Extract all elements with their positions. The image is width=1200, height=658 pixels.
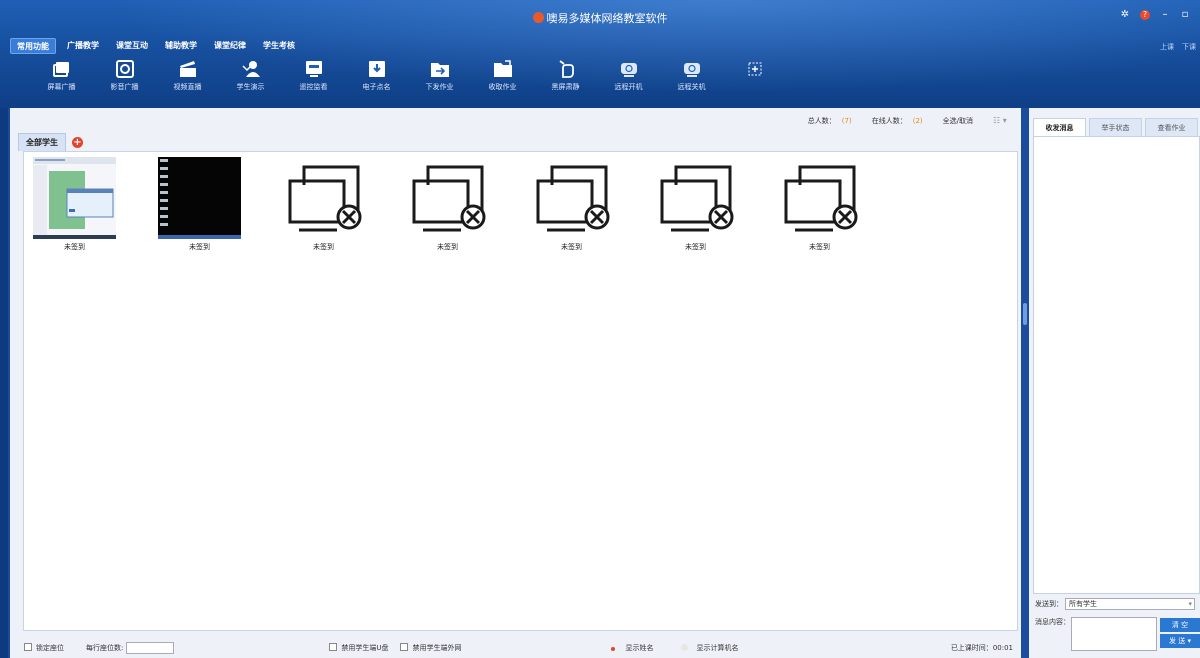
select-all-link[interactable]: 全选/取消 <box>943 116 973 126</box>
message-input[interactable] <box>1071 617 1157 651</box>
student-demo-icon <box>241 61 260 77</box>
student-tile[interactable]: 未签到 <box>158 157 241 252</box>
add-tool-button[interactable] <box>723 60 786 102</box>
media-broadcast-icon <box>115 60 134 78</box>
main-menu: 常用功能 广播教学 课堂互动 辅助教学 课堂纪律 学生考核 <box>10 38 301 54</box>
end-class-link[interactable]: 下课 <box>1182 42 1196 52</box>
student-screen-thumbnail <box>33 157 116 239</box>
stats-bar: 总人数： (7) 在线人数： (2) 全选/取消 ☷ ▾ <box>808 116 1015 126</box>
view-layout-icon[interactable]: ☷ ▾ <box>993 116 1015 126</box>
restore-icon[interactable]: ▫ <box>1180 10 1190 20</box>
student-tile[interactable]: 未签到 <box>530 157 613 252</box>
side-tabs: 收发消息 举手状态 查看作业 <box>1033 118 1198 136</box>
remote-monitor-button[interactable]: 遥控监看 <box>282 60 345 102</box>
tab-broadcast-teaching[interactable]: 广播教学 <box>61 38 105 54</box>
tab-common-functions[interactable]: 常用功能 <box>10 38 56 54</box>
settings-gear-icon[interactable]: ✲ <box>1120 10 1130 20</box>
tab-class-interaction[interactable]: 课堂互动 <box>110 38 154 54</box>
disable-internet-checkbox[interactable]: 禁用学生端外网 <box>400 642 461 653</box>
offline-computer-icon <box>654 157 737 239</box>
student-tile[interactable]: 未签到 <box>654 157 737 252</box>
show-name-radio[interactable]: 显示姓名 <box>611 643 653 653</box>
panel-splitter[interactable] <box>1021 108 1029 658</box>
collect-homework-icon <box>493 60 512 77</box>
send-button[interactable]: 发 送 ▾ <box>1160 634 1200 648</box>
group-tabs: 全部学生 + <box>18 133 83 151</box>
app-logo-icon <box>532 12 544 23</box>
seats-per-row-input[interactable] <box>126 641 175 654</box>
offline-computer-icon <box>282 157 365 239</box>
roll-call-button[interactable]: 电子点名 <box>345 60 408 102</box>
media-broadcast-button[interactable]: 影音广播 <box>93 60 156 102</box>
lock-seat-checkbox[interactable]: 锁定座位 <box>24 642 64 653</box>
tab-student-assessment[interactable]: 学生考核 <box>257 38 301 54</box>
remote-power-on-button[interactable]: 远程开机 <box>597 60 660 102</box>
class-time: 已上课时间：00:01 <box>950 643 1013 652</box>
remote-shutdown-button[interactable]: 远程关机 <box>660 60 723 102</box>
window-title: 噢易多媒体网络教室软件 <box>0 10 1200 26</box>
send-homework-icon <box>430 63 449 77</box>
window-controls: ✲ ? – ▫ <box>1120 10 1190 20</box>
send-to-select[interactable]: 所有学生 ▾ <box>1065 598 1195 610</box>
remote-shutdown-icon <box>683 63 700 77</box>
total-count: 总人数： (7) <box>807 117 852 125</box>
tab-assist-teaching[interactable]: 辅助教学 <box>159 38 203 54</box>
disable-usb-checkbox[interactable]: 禁用学生端U盘 <box>329 642 388 653</box>
remote-power-on-icon <box>620 63 637 77</box>
screen-broadcast-button[interactable]: 屏幕广播 <box>30 60 93 102</box>
class-links: 上课 下课 <box>1160 42 1196 52</box>
minimize-icon[interactable]: – <box>1160 10 1170 20</box>
offline-computer-icon <box>406 157 489 239</box>
video-live-button[interactable]: 视频直播 <box>156 60 219 102</box>
student-screen-thumbnail <box>158 157 241 239</box>
online-count: 在线人数： (2) <box>871 117 923 125</box>
add-group-icon[interactable]: + <box>72 136 83 148</box>
tab-view-homework[interactable]: 查看作业 <box>1145 118 1198 136</box>
send-to-row: 发送到： 所有学生 ▾ <box>1035 598 1195 610</box>
student-panel: 总人数： (7) 在线人数： (2) 全选/取消 ☷ ▾ 全部学生 + 未签到 … <box>8 108 1021 658</box>
tab-hand-raise[interactable]: 举手状态 <box>1089 118 1142 136</box>
add-tool-icon <box>748 62 761 76</box>
start-class-link[interactable]: 上课 <box>1160 42 1174 52</box>
student-demo-button[interactable]: 学生演示 <box>219 60 282 102</box>
help-icon[interactable]: ? <box>1140 10 1150 20</box>
student-tile[interactable]: 未签到 <box>406 157 489 252</box>
message-history <box>1033 136 1200 594</box>
black-screen-button[interactable]: 黑屏肃静 <box>534 60 597 102</box>
student-tile[interactable]: 未签到 <box>33 157 116 252</box>
screen-broadcast-icon <box>52 62 69 77</box>
show-computer-name-radio[interactable]: 显示计算机名 <box>681 643 738 653</box>
video-live-icon <box>179 61 196 77</box>
tab-class-discipline[interactable]: 课堂纪律 <box>208 38 252 54</box>
student-grid: 未签到 未签到 未签到 未签到 未签到 未签到 未签到 <box>23 151 1018 631</box>
chevron-down-icon: ▾ <box>1188 600 1192 608</box>
remote-monitor-icon <box>305 61 322 77</box>
tab-all-students[interactable]: 全部学生 <box>18 133 66 151</box>
student-tile[interactable]: 未签到 <box>282 157 365 252</box>
tab-messages[interactable]: 收发消息 <box>1033 118 1086 136</box>
clear-button[interactable]: 清 空 <box>1160 618 1200 632</box>
black-screen-icon <box>558 60 574 78</box>
seats-per-row-label: 每行座位数: <box>86 643 124 652</box>
send-homework-button[interactable]: 下发作业 <box>408 60 471 102</box>
message-content-row: 消息内容： <box>1035 617 1157 651</box>
roll-call-icon <box>368 61 385 77</box>
offline-computer-icon <box>778 157 861 239</box>
toolbar: 屏幕广播 影音广播 视频直播 学生演示 遥控监看 电子点名 下发作业 收取作业 <box>30 60 786 102</box>
student-tile[interactable]: 未签到 <box>778 157 861 252</box>
collect-homework-button[interactable]: 收取作业 <box>471 60 534 102</box>
app-header: 噢易多媒体网络教室软件 ✲ ? – ▫ 上课 下课 常用功能 广播教学 课堂互动… <box>0 0 1200 108</box>
bottom-bar: 锁定座位 每行座位数: 禁用学生端U盘 禁用学生端外网 显示姓名 显示计算机名 … <box>10 637 1021 658</box>
offline-computer-icon <box>530 157 613 239</box>
splitter-grip[interactable] <box>1023 303 1027 325</box>
message-panel: 收发消息 举手状态 查看作业 发送到： 所有学生 ▾ 消息内容： 清 空 发 送 … <box>1029 108 1200 658</box>
